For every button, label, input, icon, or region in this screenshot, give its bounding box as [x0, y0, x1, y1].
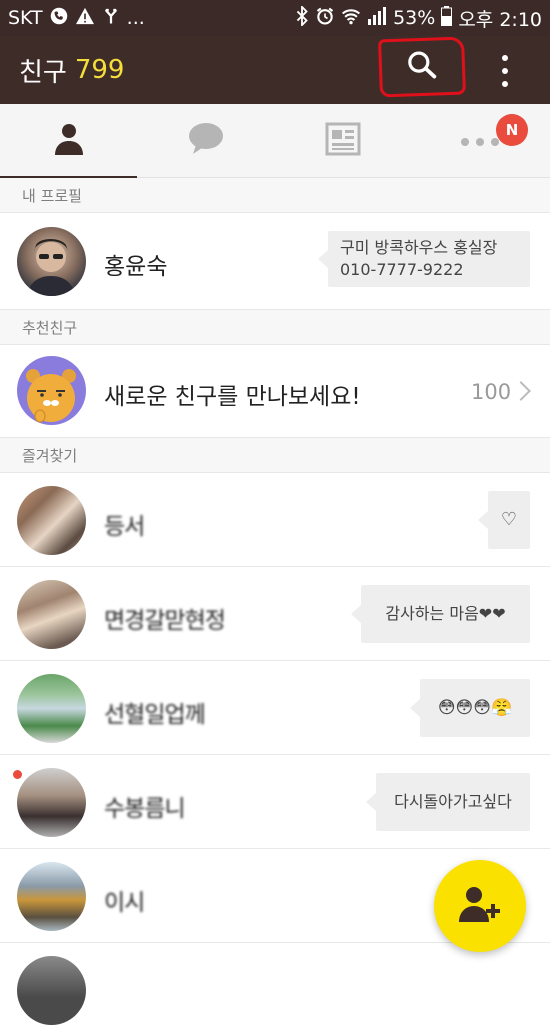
- tab-chats[interactable]: [137, 104, 274, 178]
- tab-more[interactable]: [411, 104, 548, 178]
- status-message-bubble: ♡: [478, 491, 530, 549]
- page-title: 친구: [19, 57, 67, 88]
- battery-percent: 53%: [393, 7, 436, 29]
- my-profile-row[interactable]: 홍윤숙 구미 방콕하우스 홍실장 010-7777-9222: [0, 213, 550, 310]
- chevron-right-icon: [511, 381, 531, 401]
- status-message-bubble: 😳😳😳😤: [410, 679, 530, 737]
- search-button[interactable]: [378, 36, 466, 98]
- avatar: [17, 674, 86, 743]
- news-icon: [325, 122, 361, 160]
- status-message-bubble: 구미 방콕하우스 홍실장 010-7777-9222: [318, 231, 530, 287]
- friend-name: 등서: [104, 514, 145, 540]
- list-item[interactable]: 수봉름니 다시돌아가고싶다: [0, 755, 550, 849]
- section-header-favorites: 즐겨찾기: [0, 438, 550, 473]
- more-notifications-indicator: ...: [126, 7, 145, 29]
- avatar: [17, 227, 86, 296]
- status-message-bubble: 감사하는 마음❤❤: [351, 585, 530, 643]
- friend-count: 799: [74, 55, 125, 85]
- new-indicator-dot: [13, 770, 22, 779]
- recommend-count: 100: [471, 380, 512, 404]
- status-message-line1: 구미 방콕하우스 홍실장: [340, 238, 498, 257]
- section-header-my-profile: 내 프로필: [0, 178, 550, 213]
- search-icon: [406, 49, 437, 84]
- new-badge: N: [496, 114, 528, 146]
- avatar: [17, 862, 86, 931]
- phone-icon: [50, 7, 68, 29]
- recommend-text: 새로운 친구를 만나보세요!: [104, 384, 361, 410]
- ryan-character-avatar: [17, 356, 86, 425]
- status-bar: SKT ... 53% 오후 2:10: [0, 0, 550, 36]
- person-icon: [51, 121, 87, 161]
- add-person-icon: [457, 884, 503, 928]
- more-horiz-icon: [460, 132, 500, 151]
- friend-name: 수봉름니: [104, 796, 186, 822]
- overflow-menu-button[interactable]: [493, 55, 517, 87]
- list-item[interactable]: 선혈일업께 😳😳😳😤: [0, 661, 550, 755]
- signal-fork-icon: [102, 7, 120, 29]
- app-bar: 친구 799: [0, 36, 550, 104]
- tab-channel[interactable]: [274, 104, 411, 178]
- clock: 오후 2:10: [458, 8, 542, 31]
- more-vert-icon: [502, 55, 508, 61]
- tab-friends[interactable]: [0, 104, 137, 179]
- friend-name: 이시: [104, 890, 145, 916]
- profile-name: 홍윤숙: [104, 254, 168, 280]
- cell-signal-icon: [367, 7, 387, 29]
- carrier-label: SKT: [8, 7, 43, 29]
- avatar: [17, 768, 86, 837]
- section-header-recommended: 추천친구: [0, 310, 550, 345]
- tab-bar: [0, 104, 550, 179]
- bluetooth-icon: [295, 4, 309, 30]
- avatar: [17, 486, 86, 555]
- status-message-bubble: 다시돌아가고싶다: [366, 773, 530, 831]
- avatar: [17, 956, 86, 1025]
- friend-name: 면경갈맏현정: [104, 608, 226, 634]
- avatar: [17, 580, 86, 649]
- warning-icon: [75, 7, 95, 29]
- list-item[interactable]: 면경갈맏현정 감사하는 마음❤❤: [0, 567, 550, 661]
- friend-name: 선혈일업께: [104, 702, 206, 728]
- wifi-icon: [341, 7, 361, 29]
- status-message-line2: 010-7777-9222: [340, 260, 464, 279]
- recommend-friends-row[interactable]: 새로운 친구를 만나보세요! 100: [0, 345, 550, 438]
- battery-icon: [441, 6, 453, 30]
- list-item[interactable]: 등서 ♡: [0, 473, 550, 567]
- alarm-icon: [315, 6, 335, 30]
- chat-bubble-icon: [187, 122, 225, 160]
- add-friend-button[interactable]: [434, 860, 526, 952]
